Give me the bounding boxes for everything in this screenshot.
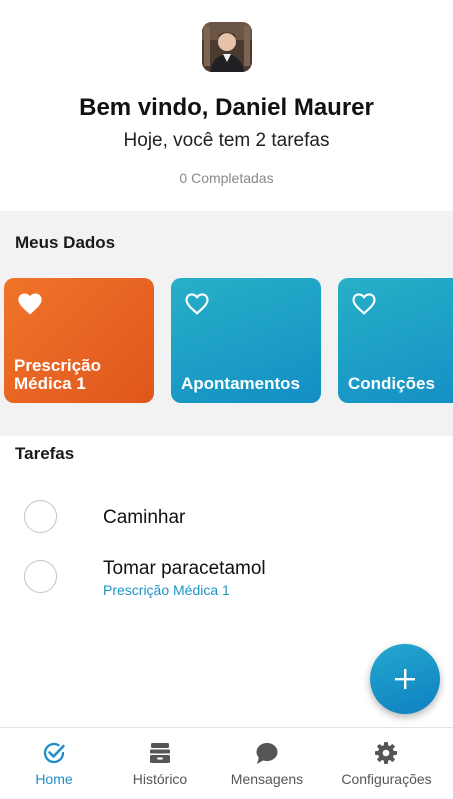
nav-item-historico[interactable]: Histórico [108, 728, 212, 799]
check-circle-icon [43, 742, 65, 764]
plus-icon [395, 669, 415, 689]
avatar[interactable] [202, 22, 252, 72]
nav-item-configuracoes[interactable]: Configurações [330, 728, 443, 799]
completed-count: 0 Completadas [179, 170, 274, 186]
nav-item-home[interactable]: Home [0, 728, 108, 799]
nav-label: Home [35, 771, 73, 787]
task-name: Caminhar [103, 507, 186, 528]
heart-outline-icon [185, 293, 209, 315]
gear-icon [375, 742, 397, 764]
task-item-caminhar[interactable]: Caminhar [0, 494, 453, 544]
welcome-header: Bem vindo, Daniel Maurer Hoje, você tem … [0, 0, 453, 211]
nav-label: Configurações [341, 771, 432, 787]
tasks-today-subtitle: Hoje, você tem 2 tarefas [123, 130, 330, 151]
nav-label: Histórico [132, 771, 188, 787]
my-data-title: Meus Dados [15, 233, 116, 252]
task-name: Tomar paracetamol [103, 558, 266, 579]
tasks-title: Tarefas [15, 444, 75, 463]
nav-label: Mensagens [230, 771, 304, 787]
bottom-navigation: Home Histórico Mensagens Configurações [0, 727, 453, 799]
task-subtitle-link[interactable]: Prescrição Médica 1 [103, 582, 230, 598]
card-label: Prescrição Médica 1 [14, 356, 101, 393]
card-label: Apontamentos [181, 374, 300, 393]
archive-box-icon [150, 743, 170, 763]
card-prescricao-medica[interactable]: Prescrição Médica 1 [4, 278, 154, 403]
my-data-section: Meus Dados Prescrição Médica 1 Apontamen… [0, 211, 453, 436]
greeting-title: Bem vindo, Daniel Maurer [79, 94, 374, 121]
card-condicoes[interactable]: Condições [338, 278, 453, 403]
card-label: Condições [348, 374, 435, 393]
data-cards-carousel[interactable]: Prescrição Médica 1 Apontamentos Condiçõ… [0, 278, 453, 403]
task-checkbox[interactable] [24, 500, 57, 533]
heart-filled-icon [18, 293, 42, 315]
task-item-tomar-paracetamol[interactable]: Tomar paracetamol Prescrição Médica 1 [0, 554, 453, 604]
chat-bubble-icon [256, 743, 278, 764]
card-apontamentos[interactable]: Apontamentos [171, 278, 321, 403]
heart-outline-icon [352, 293, 376, 315]
nav-item-mensagens[interactable]: Mensagens [212, 728, 322, 799]
task-checkbox[interactable] [24, 560, 57, 593]
add-task-button[interactable] [370, 644, 440, 714]
